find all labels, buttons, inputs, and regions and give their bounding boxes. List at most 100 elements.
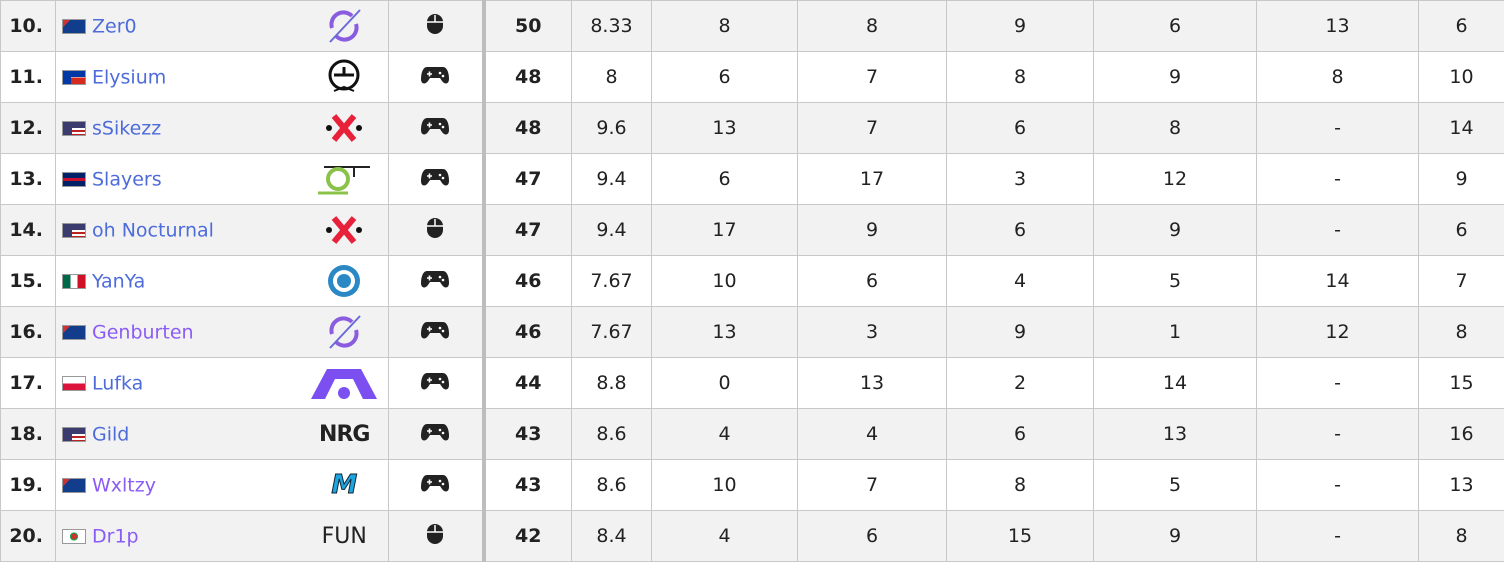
game-5-points: 12 xyxy=(1256,306,1419,358)
game-3-points: 8 xyxy=(946,459,1094,511)
game-4-points: 14 xyxy=(1093,357,1257,409)
rank: 17. xyxy=(0,357,56,409)
player-cell: Lufka xyxy=(55,357,301,409)
game-3-points: 2 xyxy=(946,357,1094,409)
player-link[interactable]: Wxltzy xyxy=(92,474,156,496)
game-3-points: 6 xyxy=(946,204,1094,256)
average-points: 9.4 xyxy=(571,153,652,205)
player-link[interactable]: Lufka xyxy=(92,372,143,394)
xset-logo[interactable] xyxy=(309,210,379,250)
game-6-points: 15 xyxy=(1418,357,1504,409)
average-points: 8.6 xyxy=(571,459,652,511)
team-logo-cell xyxy=(300,204,389,256)
rank: 15. xyxy=(0,255,56,307)
game-3-points: 6 xyxy=(946,102,1094,154)
average-points: 9.4 xyxy=(571,204,652,256)
team-logo-cell xyxy=(300,255,389,307)
controller-icon xyxy=(421,423,450,447)
input-device xyxy=(388,204,486,256)
input-device xyxy=(388,0,486,52)
dark-zero-logo[interactable] xyxy=(309,312,379,352)
player-link[interactable]: Elysium xyxy=(92,66,166,88)
total-points: 48 xyxy=(483,102,572,154)
game-3-points: 9 xyxy=(946,0,1094,52)
game-1-points: 17 xyxy=(651,204,798,256)
game-6-points: 13 xyxy=(1418,459,1504,511)
controller-icon xyxy=(421,117,450,141)
input-device xyxy=(388,510,486,562)
game-2-points: 6 xyxy=(797,255,947,307)
game-1-points: 0 xyxy=(651,357,798,409)
player-link[interactable]: Slayers xyxy=(92,168,162,190)
optic-logo[interactable] xyxy=(309,159,379,199)
table-row: 10. Zer0 50 8.33 8 8 9 6 13 6 xyxy=(0,0,1504,52)
team-logo-cell: NRG xyxy=(300,408,389,460)
player-link[interactable]: YanYa xyxy=(92,270,145,292)
flag-gb-icon xyxy=(62,171,86,187)
average-points: 7.67 xyxy=(571,306,652,358)
flag-us-icon xyxy=(62,426,86,442)
player-cell: oh Nocturnal xyxy=(55,204,301,256)
game-1-points: 13 xyxy=(651,306,798,358)
rank: 13. xyxy=(0,153,56,205)
total-points: 46 xyxy=(483,306,572,358)
game-1-points: 10 xyxy=(651,459,798,511)
alliance-logo[interactable] xyxy=(309,363,379,403)
player-cell: Gild xyxy=(55,408,301,460)
input-device xyxy=(388,306,486,358)
game-4-points: 9 xyxy=(1093,51,1257,103)
player-link[interactable]: Gild xyxy=(92,423,129,445)
player-link[interactable]: sSikezz xyxy=(92,117,161,139)
average-points: 9.6 xyxy=(571,102,652,154)
player-cell: Zer0 xyxy=(55,0,301,52)
shopify-rebellion-logo[interactable] xyxy=(309,57,379,97)
team-logo-cell xyxy=(300,306,389,358)
team-logo-cell xyxy=(300,0,389,52)
flag-cl-icon xyxy=(62,69,86,85)
table-row: 20. Dr1p FUN 42 8.4 4 6 15 9-8 xyxy=(0,510,1504,562)
player-link[interactable]: Genburten xyxy=(92,321,194,343)
total-points: 43 xyxy=(483,459,572,511)
player-link[interactable]: oh Nocturnal xyxy=(92,219,214,241)
average-points: 8.33 xyxy=(571,0,652,52)
average-points: 8.4 xyxy=(571,510,652,562)
game-4-points: 8 xyxy=(1093,102,1257,154)
player-link[interactable]: Dr1p xyxy=(92,525,139,547)
controller-icon xyxy=(421,372,450,396)
game-2-points: 6 xyxy=(797,510,947,562)
player-link[interactable]: Zer0 xyxy=(92,15,137,37)
flag-us-icon xyxy=(62,222,86,238)
rank: 12. xyxy=(0,102,56,154)
game-6-points: 8 xyxy=(1418,510,1504,562)
player-cell: Elysium xyxy=(55,51,301,103)
game-6-points: 14 xyxy=(1418,102,1504,154)
fun-logo[interactable]: FUN xyxy=(309,516,379,556)
game-5-points: 8 xyxy=(1256,51,1419,103)
game-4-points: 13 xyxy=(1093,408,1257,460)
table-row: 13. Slayers 47 9.4 6 17 3 12-9 xyxy=(0,153,1504,205)
game-5-points: - xyxy=(1256,459,1419,511)
player-cell: sSikezz xyxy=(55,102,301,154)
team-logo-cell xyxy=(300,153,389,205)
team-logo-cell xyxy=(300,102,389,154)
luminosity-logo[interactable] xyxy=(309,261,379,301)
table-row: 17. Lufka 44 8.8 0 13 2 14-15 xyxy=(0,357,1504,409)
dark-zero-logo[interactable] xyxy=(309,6,379,46)
game-4-points: 9 xyxy=(1093,204,1257,256)
total-points: 42 xyxy=(483,510,572,562)
input-device xyxy=(388,459,486,511)
game-3-points: 3 xyxy=(946,153,1094,205)
table-row: 11. Elysium 48 8 6 7 8 9 8 10 xyxy=(0,51,1504,103)
moist-logo[interactable]: M xyxy=(309,465,379,505)
game-2-points: 7 xyxy=(797,459,947,511)
team-logo-cell xyxy=(300,357,389,409)
total-points: 43 xyxy=(483,408,572,460)
flag-au-icon xyxy=(62,18,86,34)
team-logo-cell: FUN xyxy=(300,510,389,562)
nrg-logo[interactable]: NRG xyxy=(309,414,379,454)
game-5-points: 13 xyxy=(1256,0,1419,52)
xset-logo[interactable] xyxy=(309,108,379,148)
standings-table: 10. Zer0 50 8.33 8 8 9 6 13 6 11. Elysium 48 8 6 7 8 9 8 10… xyxy=(0,0,1504,562)
average-points: 7.67 xyxy=(571,255,652,307)
game-3-points: 4 xyxy=(946,255,1094,307)
